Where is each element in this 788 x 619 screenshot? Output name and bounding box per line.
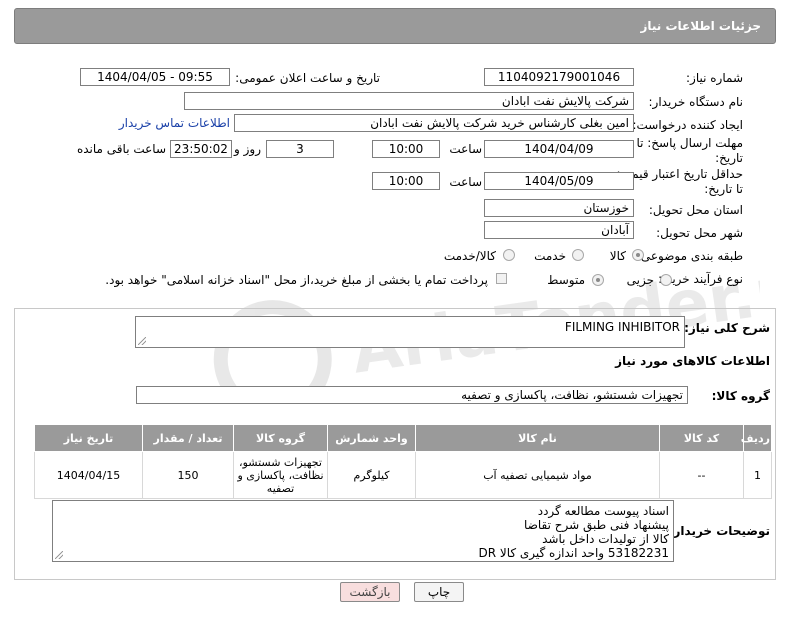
cell-item-group: تجهیزات شستشو، نظافت، پاکسازی و تصفیه <box>233 451 328 499</box>
page-title: جزئیات اطلاعات نیاز <box>640 19 761 33</box>
treasury-payment-note: پرداخت تمام یا بخشی از مبلغ خرید،از محل … <box>105 273 488 287</box>
print-button[interactable]: چاپ <box>414 582 464 602</box>
reply-time-label: ساعت <box>449 142 482 156</box>
col-header-item-code: کد کالا <box>659 424 744 452</box>
general-desc-label: شرح کلی نیاز: <box>684 321 770 335</box>
col-header-item-group: گروه کالا <box>233 424 328 452</box>
need-number-field: 1104092179001046 <box>484 68 634 86</box>
cell-item-name: مواد شیمیایی تصفیه آب <box>415 451 660 499</box>
category-radio-goods-service[interactable] <box>503 249 515 261</box>
col-header-item-name: نام کالا <box>415 424 660 452</box>
buyer-note-line-4: 53182231 واحد اندازه گیری کالا DR <box>478 546 669 560</box>
buyer-note-line-2: پیشنهاد فنی طبق شرح تقاضا <box>524 518 669 532</box>
back-button[interactable]: بازگشت <box>340 582 400 602</box>
cell-item-code: -- <box>659 451 744 499</box>
col-header-quantity: تعداد / مقدار <box>142 424 234 452</box>
goods-info-title: اطلاعات کالاهای مورد نیاز <box>615 354 770 368</box>
category-option-service: خدمت <box>534 249 566 263</box>
col-header-need-date: تاریخ نیاز <box>34 424 143 452</box>
general-desc-textarea[interactable]: FILMING INHIBITOR <box>135 316 685 348</box>
buyer-note-line-1: اسناد پیوست مطالعه گردد <box>537 504 669 518</box>
resize-grip-icon[interactable] <box>138 337 146 345</box>
general-desc-text: FILMING INHIBITOR <box>564 320 680 334</box>
purchase-radio-minor[interactable] <box>660 274 672 286</box>
price-date-field: 1404/05/09 <box>484 172 634 190</box>
days-label: روز و <box>234 142 261 156</box>
announce-datetime-label: تاریخ و ساعت اعلان عمومی: <box>235 71 380 85</box>
col-header-unit: واحد شمارش <box>327 424 416 452</box>
reply-deadline-label-line1: مهلت ارسال پاسخ: تا <box>636 136 743 150</box>
buyer-org-label: نام دستگاه خریدار: <box>648 95 744 109</box>
price-validity-label-line2: تا تاریخ: <box>704 182 743 196</box>
buyer-contact-link[interactable]: اطلاعات تماس خریدار <box>119 116 230 130</box>
table-header-row: ردیف کد کالا نام کالا واحد شمارش گروه کا… <box>34 424 772 452</box>
goods-group-field: تجهیزات شستشو، نظافت، پاکسازی و تصفیه <box>136 386 688 404</box>
price-time-label: ساعت <box>449 175 482 189</box>
buyer-notes-label: توضیحات خریدار: <box>668 524 770 538</box>
goods-group-label: گروه کالا: <box>711 389 770 403</box>
reply-deadline-label-line2: تاریخ: <box>715 151 743 165</box>
treasury-payment-checkbox[interactable] <box>496 273 507 284</box>
days-field: 3 <box>266 140 334 158</box>
remaining-time-field: 23:50:02 <box>170 140 232 158</box>
category-option-goods: کالا <box>609 249 626 263</box>
cell-unit: کیلوگرم <box>327 451 416 499</box>
goods-table: ردیف کد کالا نام کالا واحد شمارش گروه کا… <box>34 424 772 499</box>
price-time-field: 10:00 <box>372 172 440 190</box>
remaining-time-label: ساعت باقی مانده <box>76 142 166 156</box>
announce-datetime-field: 1404/04/05 - 09:55 <box>80 68 230 86</box>
purchase-option-medium: متوسط <box>547 273 585 287</box>
category-radio-service[interactable] <box>572 249 584 261</box>
category-option-goods-service: کالا/خدمت <box>443 249 496 263</box>
buyer-note-line-3: کالا از تولیدات داخل باشد <box>542 532 669 546</box>
need-number-label: شماره نیاز: <box>686 71 743 85</box>
price-validity-label-line1: حداقل تاریخ اعتبار قیمت: <box>616 167 743 181</box>
requester-field: امین بغلی کارشناس خرید شرکت پالایش نفت ا… <box>234 114 634 132</box>
reply-time-field: 10:00 <box>372 140 440 158</box>
table-row: 1 -- مواد شیمیایی تصفیه آب کیلوگرم تجهیز… <box>34 451 772 499</box>
buyer-org-field: شرکت پالایش نفت ابادان <box>184 92 634 110</box>
cell-quantity: 150 <box>142 451 234 499</box>
reply-date-field: 1404/04/09 <box>484 140 634 158</box>
purchase-option-minor: جزیی <box>626 273 654 287</box>
province-label: استان محل تحویل: <box>648 203 743 217</box>
resize-grip-icon[interactable] <box>55 551 63 559</box>
city-label: شهر محل تحویل: <box>656 226 743 240</box>
cell-row-number: 1 <box>743 451 772 499</box>
cell-need-date: 1404/04/15 <box>34 451 143 499</box>
col-header-row-number: ردیف <box>741 424 772 452</box>
buyer-notes-textarea[interactable]: اسناد پیوست مطالعه گردد پیشنهاد فنی طبق … <box>52 500 674 562</box>
purchase-radio-medium[interactable] <box>592 274 604 286</box>
page-header: جزئیات اطلاعات نیاز <box>14 8 776 44</box>
requester-label: ایجاد کننده درخواست: <box>632 118 743 132</box>
province-field: خوزستان <box>484 199 634 217</box>
category-label: طبقه بندی موضوعی: <box>636 249 743 263</box>
city-field: آبادان <box>484 221 634 239</box>
category-radio-goods[interactable] <box>632 249 644 261</box>
